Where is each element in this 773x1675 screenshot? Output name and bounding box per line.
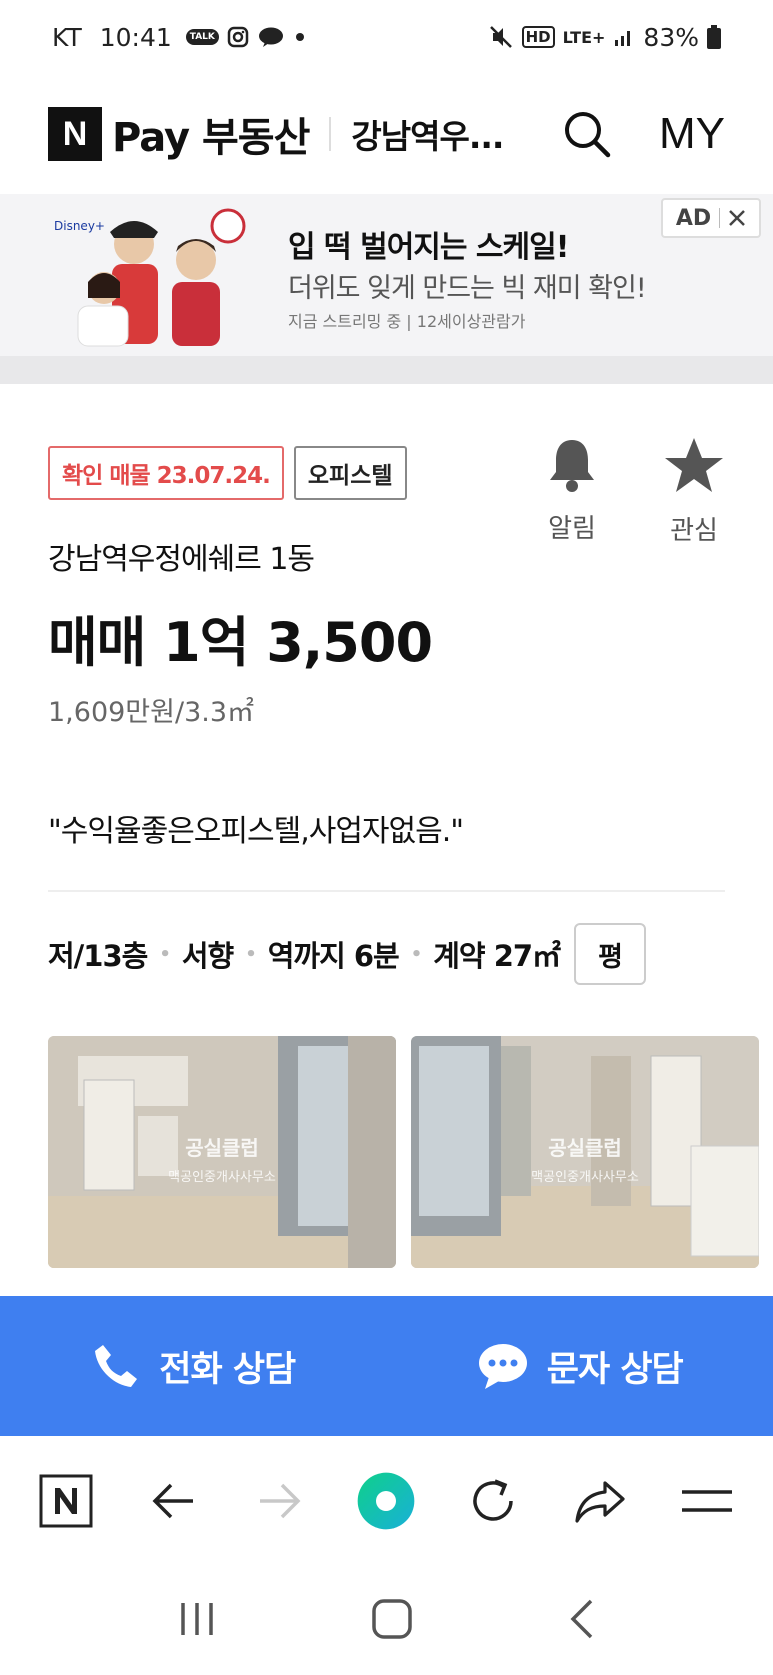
ad-headline: 입 떡 벌어지는 스케일! [288, 230, 569, 265]
clock: 10:41 [99, 22, 172, 52]
system-navigation-bar [0, 1566, 773, 1675]
sms-button[interactable]: 문자 상담 [387, 1296, 773, 1436]
photo-caption: 맥공인중개사사무소 [531, 1170, 639, 1185]
arrow-right-icon [259, 1483, 301, 1519]
floor-info: 저/13층 [48, 939, 148, 973]
forward-button[interactable] [250, 1471, 310, 1531]
status-bar: KT 10:41 TALK HD LTE+ 83% [0, 0, 773, 74]
share-button[interactable] [570, 1471, 630, 1531]
refresh-button[interactable] [463, 1471, 523, 1531]
divider [48, 890, 725, 892]
lte-label: LTE+ [562, 27, 606, 47]
separator-dot: • [410, 943, 422, 965]
arrow-left-icon [152, 1483, 193, 1519]
battery-icon [707, 25, 721, 49]
property-type-tag: 오피스텔 [293, 446, 407, 500]
call-label: 전화 상담 [159, 1349, 296, 1390]
confirmed-listing-tag: 확인 매물 23.07.24. [48, 446, 284, 500]
app-header: N Pay 부동산 강남역우... MY [0, 74, 773, 194]
carrier-label: KT [52, 22, 82, 52]
ad-close-badge[interactable]: AD [661, 198, 761, 238]
contact-bar: 전화 상담 문자 상담 [0, 1296, 773, 1436]
unit-toggle-button[interactable]: 평 [574, 923, 647, 985]
instagram-icon [227, 26, 249, 48]
divider [719, 208, 721, 228]
chat-icon [478, 1344, 527, 1389]
close-icon[interactable] [728, 209, 746, 227]
listing-photo[interactable]: 공실클럽 맥공인중개사사무소 [48, 1036, 396, 1268]
more-dot-icon [295, 33, 304, 41]
area-info: 계약 27㎡ [433, 939, 561, 973]
listing-tags: 확인 매물 23.07.24. 오피스텔 [48, 446, 407, 500]
favorite-label: 관심 [670, 516, 718, 546]
browser-toolbar [0, 1436, 773, 1566]
ad-banner[interactable]: Disney+ 입 떡 벌어지는 스케일! 더위도 잊게 만드는 빅 재미 확인… [0, 194, 773, 356]
alert-label: 알림 [548, 514, 596, 544]
search-icon [565, 112, 611, 158]
battery-percent: 83% [643, 22, 699, 52]
share-icon [575, 1481, 625, 1523]
svg-text:Disney+: Disney+ [54, 219, 105, 233]
unit-price: 1,609만원/3.3㎡ [48, 697, 255, 728]
brand-title[interactable]: Pay 부동산 [112, 105, 310, 163]
favorite-button[interactable]: 관심 [654, 436, 734, 547]
notification-icons: TALK [185, 26, 307, 48]
separator-dot: • [159, 943, 170, 965]
recent-apps-icon [180, 1602, 213, 1635]
hd-icon: HD [521, 26, 555, 48]
signal-icon [615, 31, 631, 46]
naver-home-button[interactable] [36, 1471, 96, 1531]
home-button[interactable] [370, 1597, 414, 1645]
green-dot-icon [358, 1472, 415, 1530]
alert-button[interactable]: 알림 [532, 436, 612, 545]
back-button[interactable] [143, 1471, 203, 1531]
naver-n-icon [39, 1474, 93, 1528]
call-button[interactable]: 전화 상담 [0, 1296, 387, 1436]
chat-bubble-icon [258, 27, 283, 47]
listing-photo[interactable]: 공실클럽 맥공인중개사사무소 [411, 1036, 759, 1268]
kakaotalk-icon: TALK [185, 29, 219, 45]
ad-label: AD [675, 205, 712, 231]
naver-logo[interactable]: N [48, 107, 102, 161]
building-name: 강남역우정에쉐르 1동 [48, 542, 315, 577]
recent-apps-button[interactable] [177, 1599, 217, 1643]
separator-dot: • [245, 943, 256, 965]
listing-specs: 저/13층 • 서향 • 역까지 6분 • 계약 27㎡ 평 [48, 922, 647, 986]
star-icon [665, 438, 723, 492]
ad-image: Disney+ [44, 202, 254, 352]
hamburger-icon [681, 1490, 732, 1512]
my-button[interactable]: MY [659, 109, 725, 159]
chevron-left-icon [570, 1599, 592, 1638]
bell-icon [550, 440, 594, 492]
section-gap [0, 356, 773, 384]
photo-caption: 맥공인중개사사무소 [168, 1170, 276, 1185]
sms-label: 문자 상담 [546, 1349, 684, 1390]
search-button[interactable] [559, 106, 615, 162]
refresh-icon [473, 1479, 514, 1521]
price: 매매 1억 3,500 [48, 611, 433, 674]
system-back-button[interactable] [567, 1597, 597, 1645]
ad-subline: 더위도 잊게 만드는 빅 재미 확인! [288, 273, 647, 304]
page-title[interactable]: 강남역우... [351, 110, 504, 158]
listing-description: "수익율좋은오피스텔,사업자없음." [48, 814, 464, 849]
green-dot-button[interactable] [356, 1471, 416, 1531]
mute-icon [489, 26, 512, 48]
station-info: 역까지 6분 [267, 939, 400, 973]
phone-icon [95, 1345, 138, 1387]
ad-small-text: 지금 스트리밍 중 | 12세이상관람가 [288, 312, 526, 331]
system-indicators: HD LTE+ 83% [488, 23, 721, 52]
home-icon [371, 1598, 412, 1639]
photo-watermark: 공실클럽 [548, 1136, 622, 1160]
photo-watermark: 공실클럽 [185, 1136, 259, 1160]
header-divider [329, 117, 332, 151]
direction-info: 서향 [181, 939, 234, 973]
menu-button[interactable] [677, 1471, 737, 1531]
